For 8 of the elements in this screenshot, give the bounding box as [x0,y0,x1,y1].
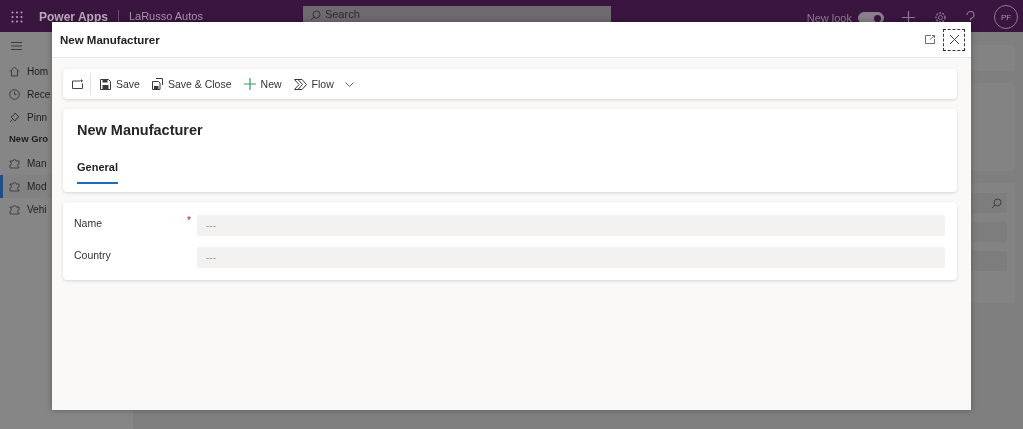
field-label: Name [74,216,103,229]
new-look-label: New look [806,12,852,24]
required-mark: * [187,215,191,226]
field-label: Country [74,248,112,261]
form-title: New Manufacturer [77,122,204,138]
group-title: New Gro [9,133,49,144]
dialog-title: New Manufacturer [60,33,161,46]
environment-name: LaRusso Autos [128,10,203,22]
